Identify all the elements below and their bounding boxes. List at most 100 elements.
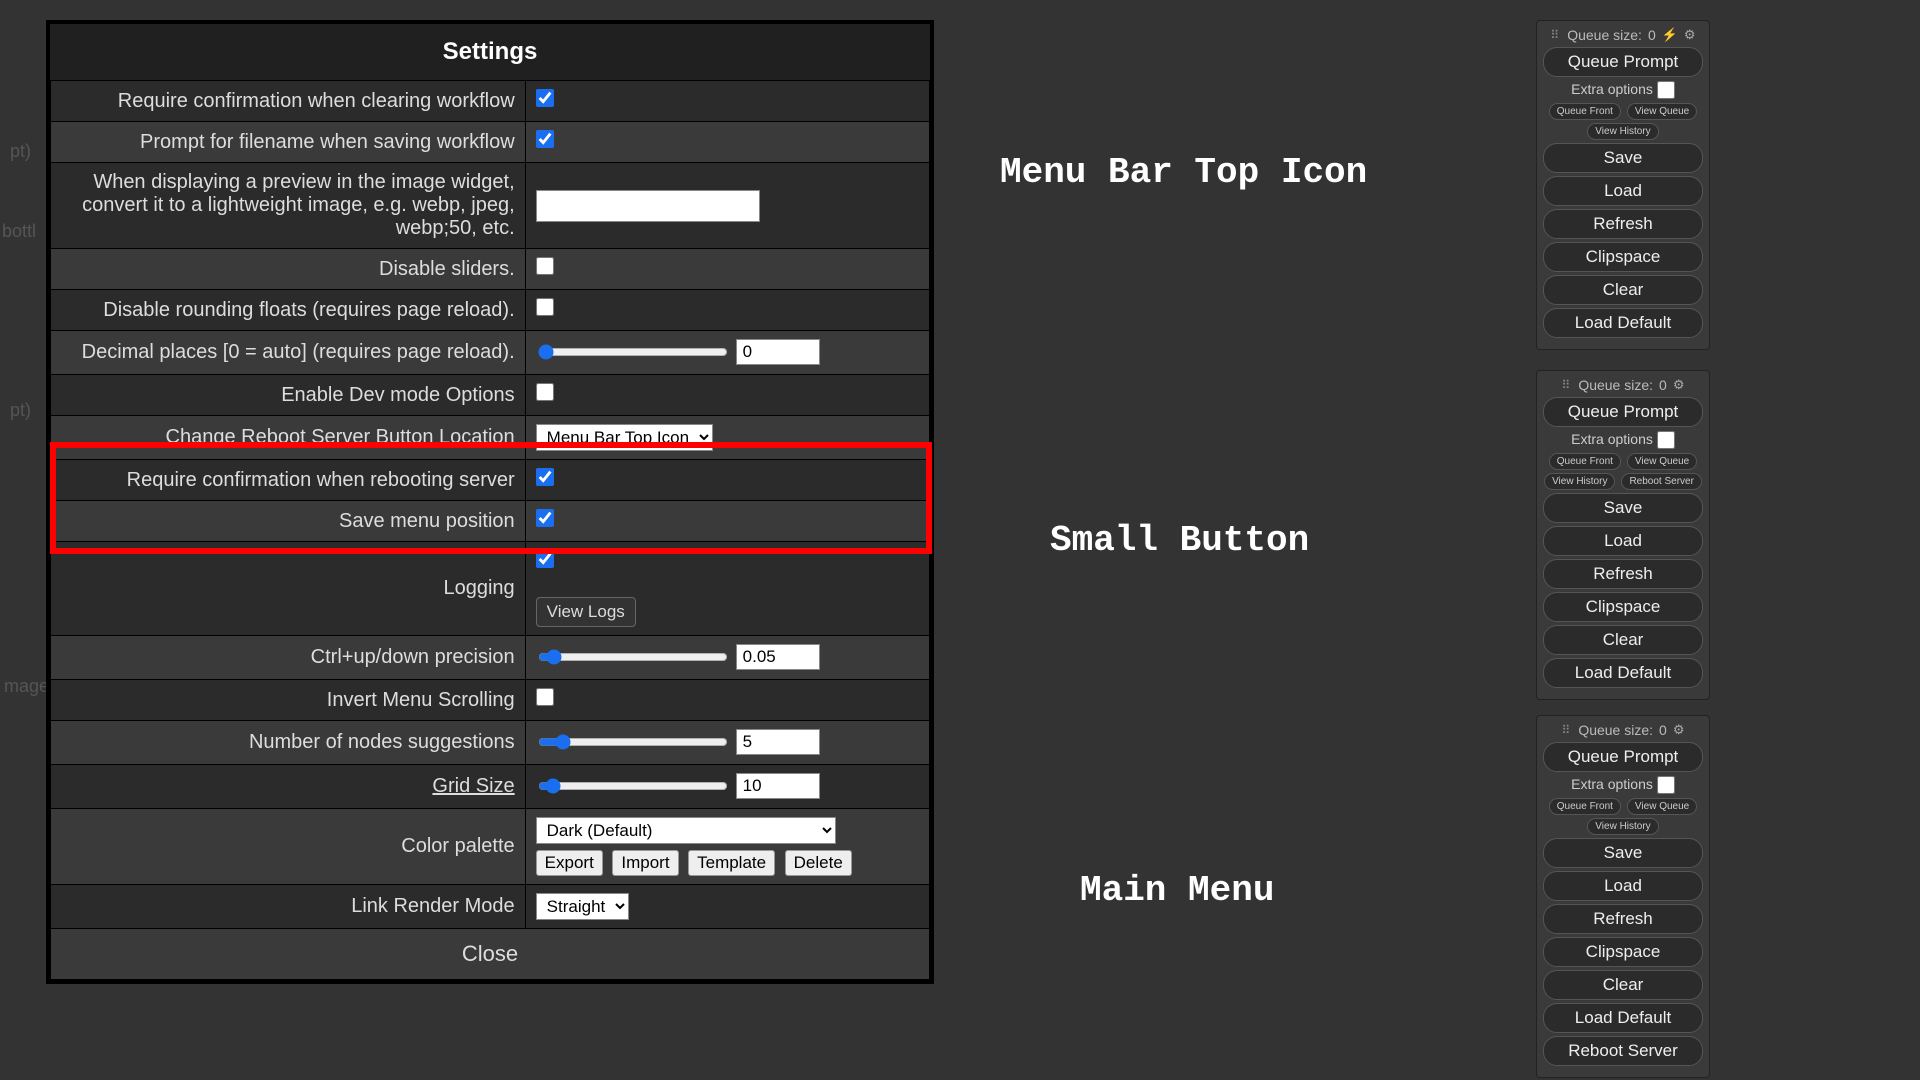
decimal-places-input[interactable] — [736, 339, 820, 365]
save-button[interactable]: Save — [1543, 493, 1703, 523]
queue-prompt-button[interactable]: Queue Prompt — [1543, 742, 1703, 772]
row-decimal-places: Decimal places [0 = auto] (requires page… — [51, 331, 930, 375]
settings-dialog: Settings Require confirmation when clear… — [46, 20, 934, 984]
annotation-top: Menu Bar Top Icon — [1000, 152, 1367, 193]
palette-import-button[interactable]: Import — [612, 850, 678, 876]
grip-icon[interactable]: ⠿ — [1562, 723, 1573, 737]
gear-icon[interactable]: ⚙ — [1684, 27, 1696, 43]
gear-icon[interactable]: ⚙ — [1673, 377, 1685, 393]
save-button[interactable]: Save — [1543, 838, 1703, 868]
view-queue-button[interactable]: View Queue — [1627, 798, 1697, 815]
extra-options-checkbox[interactable] — [1657, 81, 1675, 99]
save-button[interactable]: Save — [1543, 143, 1703, 173]
queue-front-button[interactable]: Queue Front — [1549, 798, 1621, 815]
save-menu-pos-checkbox[interactable] — [536, 509, 554, 527]
load-button[interactable]: Load — [1543, 176, 1703, 206]
label: Grid Size — [51, 765, 526, 809]
menu-panel-topicon: ⠿ Queue size: 0 ⚡ ⚙ Queue Prompt Extra o… — [1536, 20, 1710, 350]
grid-size-slider[interactable] — [538, 778, 728, 794]
dev-mode-checkbox[interactable] — [536, 383, 554, 401]
refresh-button[interactable]: Refresh — [1543, 209, 1703, 239]
palette-export-button[interactable]: Export — [536, 850, 603, 876]
node-suggestions-input[interactable] — [736, 729, 820, 755]
load-default-button[interactable]: Load Default — [1543, 658, 1703, 688]
reboot-location-select[interactable]: Menu Bar Top Icon — [536, 424, 713, 451]
clear-button[interactable]: Clear — [1543, 625, 1703, 655]
logging-checkbox[interactable] — [536, 550, 554, 568]
extra-options-label: Extra options — [1571, 431, 1653, 447]
menu-panel-smallbutton: ⠿ Queue size: 0 ⚙ Queue Prompt Extra opt… — [1536, 370, 1710, 700]
queue-prompt-button[interactable]: Queue Prompt — [1543, 397, 1703, 427]
load-button[interactable]: Load — [1543, 871, 1703, 901]
load-default-button[interactable]: Load Default — [1543, 308, 1703, 338]
reboot-server-smallbutton[interactable]: Reboot Server — [1621, 473, 1701, 490]
view-history-button[interactable]: View History — [1587, 818, 1658, 835]
confirm-clear-checkbox[interactable] — [536, 89, 554, 107]
label: Ctrl+up/down precision — [51, 636, 526, 680]
ctrl-precision-input[interactable] — [736, 644, 820, 670]
reboot-server-button[interactable]: Reboot Server — [1543, 1036, 1703, 1066]
label: Decimal places [0 = auto] (requires page… — [51, 331, 526, 375]
annotation-mid: Small Button — [1050, 520, 1309, 561]
extra-options-label: Extra options — [1571, 81, 1653, 97]
load-button[interactable]: Load — [1543, 526, 1703, 556]
prompt-filename-checkbox[interactable] — [536, 130, 554, 148]
label: Color palette — [51, 809, 526, 885]
clipspace-button[interactable]: Clipspace — [1543, 242, 1703, 272]
link-render-select[interactable]: Straight — [536, 893, 629, 920]
disable-rounding-checkbox[interactable] — [536, 298, 554, 316]
load-default-button[interactable]: Load Default — [1543, 1003, 1703, 1033]
view-logs-button[interactable]: View Logs — [536, 597, 636, 627]
queue-size-label: Queue size: — [1578, 377, 1653, 393]
label: Disable sliders. — [51, 249, 526, 290]
clipspace-button[interactable]: Clipspace — [1543, 592, 1703, 622]
grip-icon[interactable]: ⠿ — [1562, 378, 1573, 392]
row-dev-mode: Enable Dev mode Options — [51, 375, 930, 416]
gear-icon[interactable]: ⚙ — [1673, 722, 1685, 738]
settings-table: Require confirmation when clearing workf… — [50, 80, 930, 980]
label: Disable rounding floats (requires page r… — [51, 290, 526, 331]
view-queue-button[interactable]: View Queue — [1627, 453, 1697, 470]
decimal-places-slider[interactable] — [538, 344, 728, 360]
refresh-button[interactable]: Refresh — [1543, 559, 1703, 589]
bg-label: mage — [4, 676, 49, 697]
refresh-button[interactable]: Refresh — [1543, 904, 1703, 934]
color-palette-select[interactable]: Dark (Default) — [536, 817, 836, 844]
bg-label: pt) — [10, 400, 31, 421]
palette-delete-button[interactable]: Delete — [785, 850, 852, 876]
grid-size-input[interactable] — [736, 773, 820, 799]
invert-scroll-checkbox[interactable] — [536, 688, 554, 706]
node-suggestions-slider[interactable] — [538, 734, 728, 750]
ctrl-precision-slider[interactable] — [538, 649, 728, 665]
label: Enable Dev mode Options — [51, 375, 526, 416]
row-save-menu-pos: Save menu position — [51, 501, 930, 542]
queue-front-button[interactable]: Queue Front — [1549, 103, 1621, 120]
close-button[interactable]: Close — [462, 941, 518, 966]
view-queue-button[interactable]: View Queue — [1627, 103, 1697, 120]
row-color-palette: Color palette Dark (Default) Export Impo… — [51, 809, 930, 885]
row-ctrl-precision: Ctrl+up/down precision — [51, 636, 930, 680]
label: Number of nodes suggestions — [51, 721, 526, 765]
palette-template-button[interactable]: Template — [688, 850, 775, 876]
extra-options-checkbox[interactable] — [1657, 431, 1675, 449]
clear-button[interactable]: Clear — [1543, 275, 1703, 305]
clipspace-button[interactable]: Clipspace — [1543, 937, 1703, 967]
reboot-bolt-icon[interactable]: ⚡ — [1662, 27, 1678, 43]
confirm-reboot-checkbox[interactable] — [536, 468, 554, 486]
disable-sliders-checkbox[interactable] — [536, 257, 554, 275]
label: Prompt for filename when saving workflow — [51, 122, 526, 163]
extra-options-checkbox[interactable] — [1657, 776, 1675, 794]
queue-size-label: Queue size: — [1567, 27, 1642, 43]
row-node-suggestions: Number of nodes suggestions — [51, 721, 930, 765]
label: Save menu position — [51, 501, 526, 542]
preview-convert-input[interactable] — [536, 190, 760, 222]
view-history-button[interactable]: View History — [1544, 473, 1615, 490]
grip-icon[interactable]: ⠿ — [1550, 28, 1561, 42]
settings-title: Settings — [50, 24, 930, 80]
view-history-button[interactable]: View History — [1587, 123, 1658, 140]
clear-button[interactable]: Clear — [1543, 970, 1703, 1000]
queue-front-button[interactable]: Queue Front — [1549, 453, 1621, 470]
row-prompt-filename: Prompt for filename when saving workflow — [51, 122, 930, 163]
queue-prompt-button[interactable]: Queue Prompt — [1543, 47, 1703, 77]
row-reboot-location: Change Reboot Server Button Location Men… — [51, 416, 930, 460]
